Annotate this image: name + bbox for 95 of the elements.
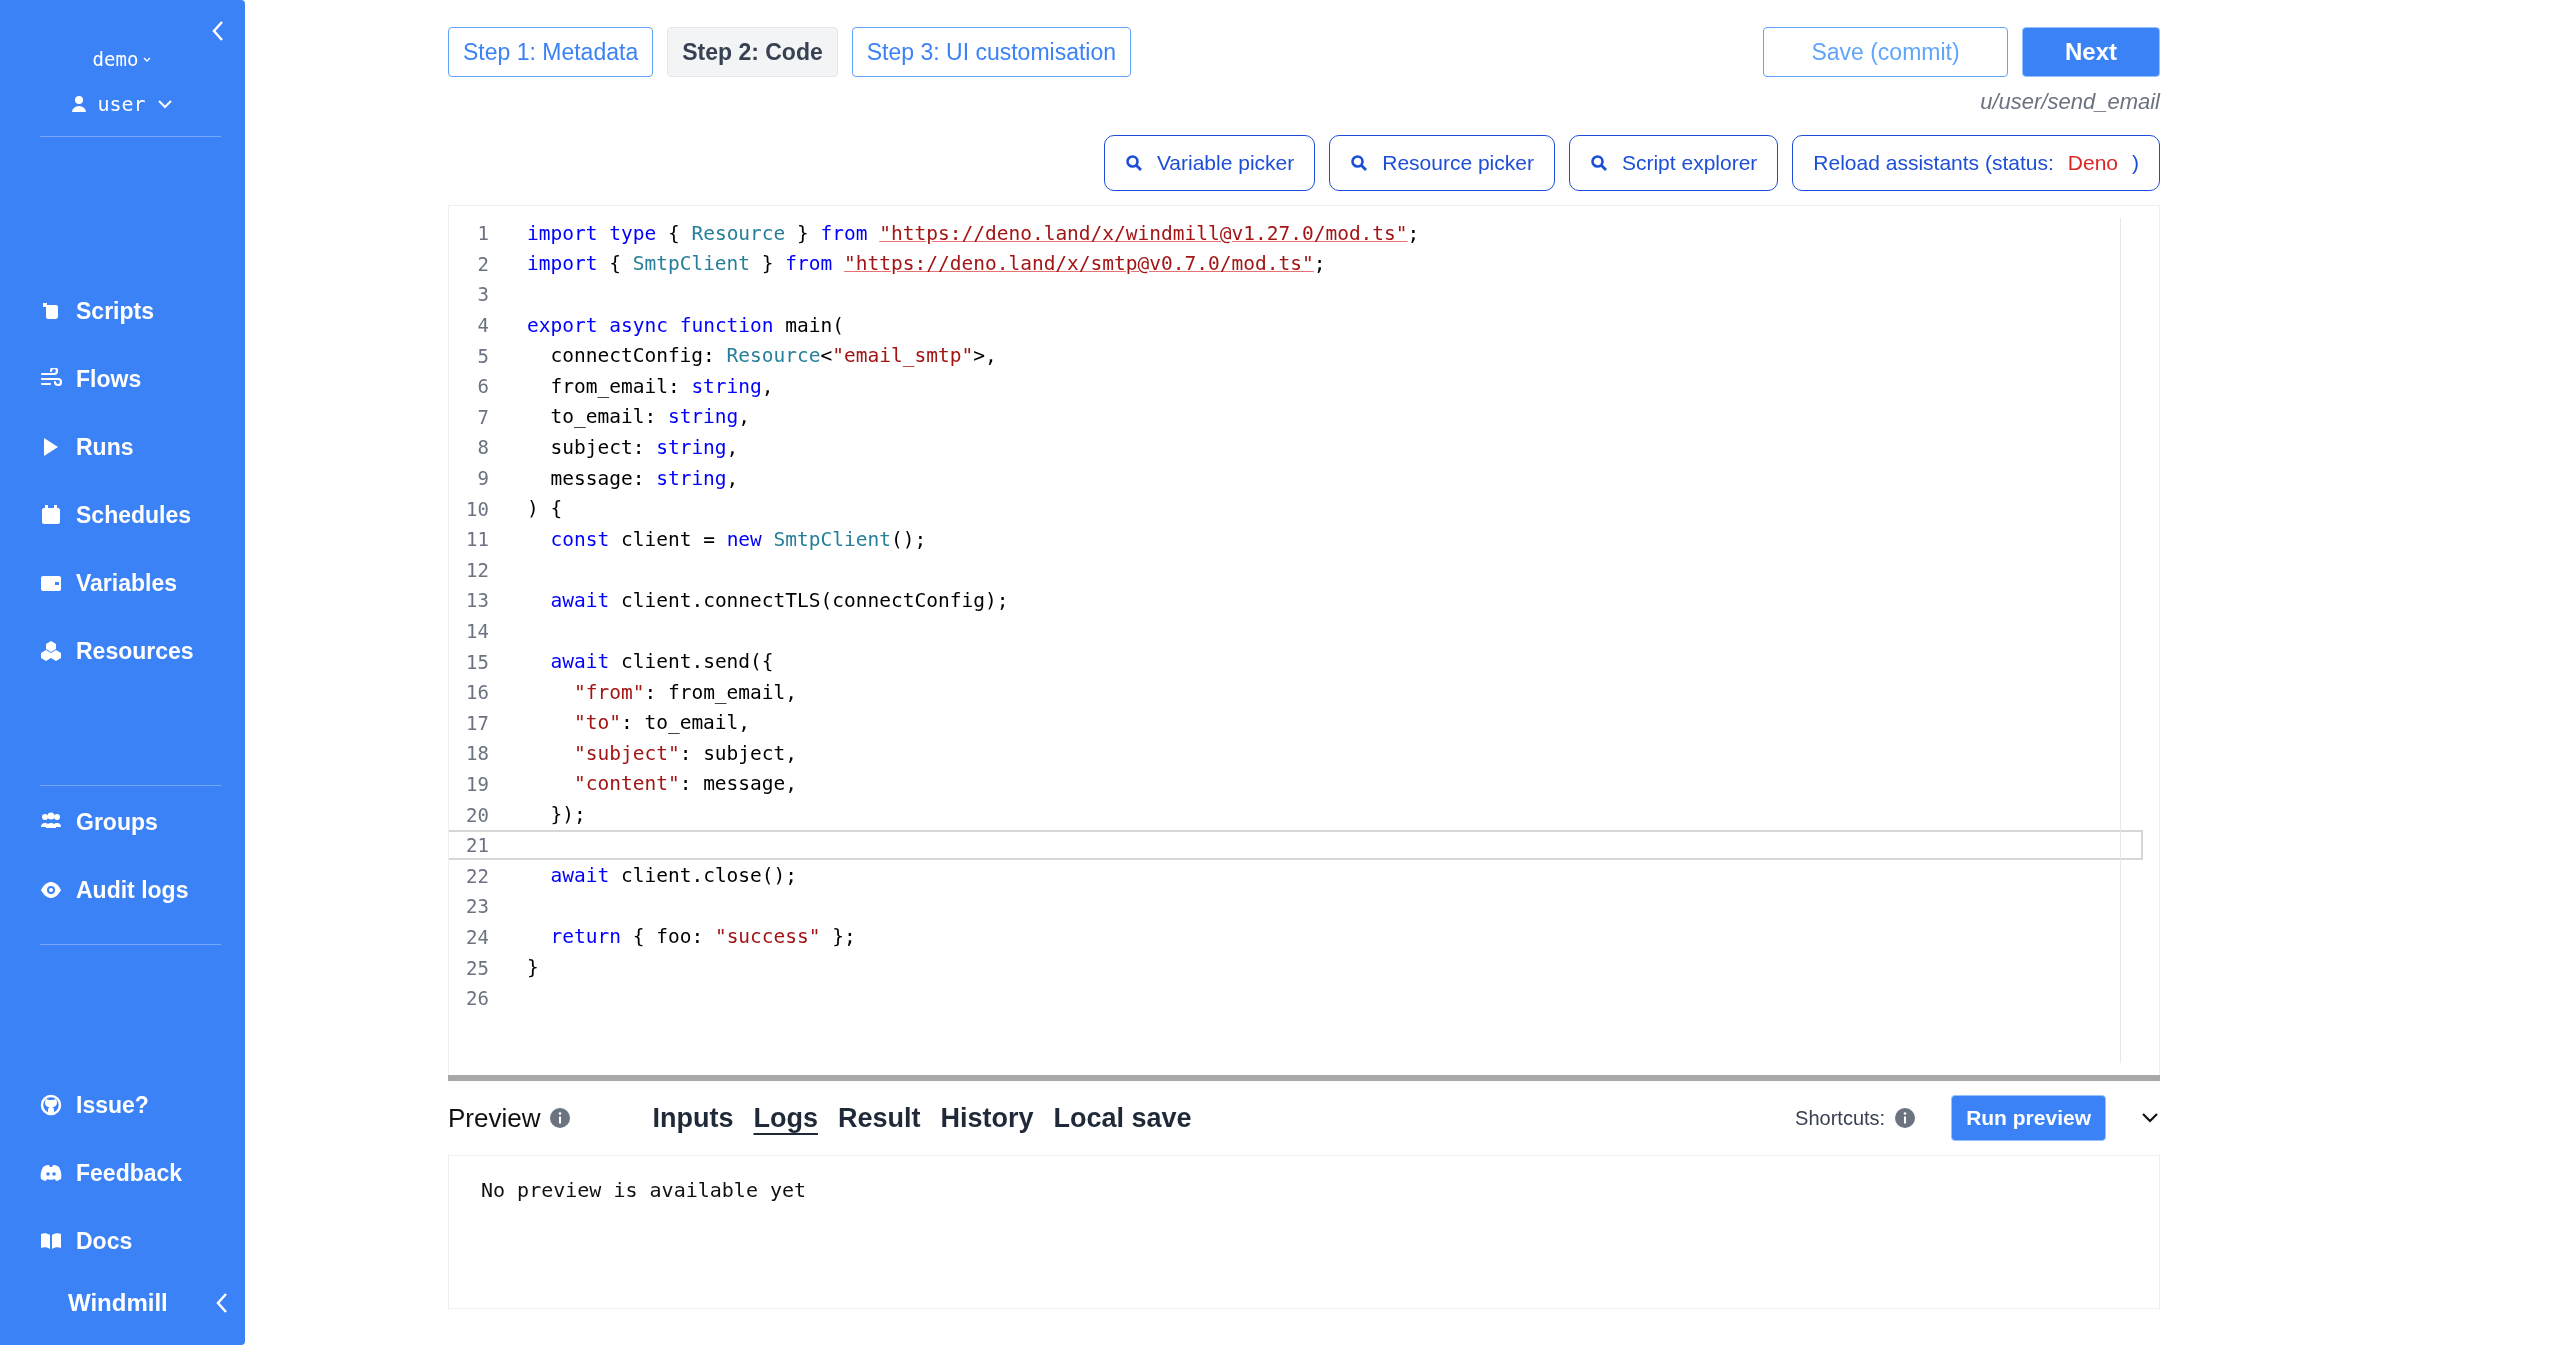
code-line: export async function main( xyxy=(527,313,845,337)
line-number: 8 xyxy=(476,436,489,459)
line-number: 16 xyxy=(465,681,489,704)
line-number: 21 xyxy=(465,834,489,857)
code-line: }); xyxy=(549,803,586,827)
preview-tab[interactable]: Logs xyxy=(753,1102,818,1134)
next-button[interactable]: Next xyxy=(2022,27,2160,77)
code-line: from_email: string, xyxy=(549,374,774,398)
code-line: import { SmtpClient } from "https://deno.land/x/smtp@v0.7.0/mod.ts"; xyxy=(527,252,1326,276)
script-path: u/user/send_email xyxy=(1980,89,2160,115)
eye-icon xyxy=(40,879,62,901)
book-icon xyxy=(40,1230,62,1252)
line-number: 23 xyxy=(465,895,489,918)
info-icon[interactable] xyxy=(1895,1108,1916,1128)
save-button[interactable]: Save (commit) xyxy=(1763,27,2008,77)
workspace-menu[interactable]: demo xyxy=(92,48,153,70)
code-line: "to": to_email, xyxy=(572,711,751,735)
code-line: to_email: string, xyxy=(549,405,751,429)
step-tab[interactable]: Step 1: Metadata xyxy=(448,27,654,77)
code-line: await client.send({ xyxy=(549,650,774,674)
code-line: import type { Resource } from "https://deno.land/x/windmill@v1.27.0/mod.ts"; xyxy=(527,221,1420,245)
line-number: 11 xyxy=(465,528,489,551)
step-tab[interactable]: Step 2: Code xyxy=(667,27,838,77)
resources-icon xyxy=(40,640,62,662)
chevron-down-icon[interactable] xyxy=(2140,1111,2160,1125)
picker-button[interactable]: Resource picker xyxy=(1329,135,1555,191)
schedules-icon xyxy=(40,504,62,526)
nav-item[interactable]: Resources xyxy=(40,617,194,685)
line-number: 2 xyxy=(476,252,489,275)
line-number: 7 xyxy=(476,405,489,428)
nav-item[interactable]: Audit logs xyxy=(40,856,189,924)
preview-tab[interactable]: Local save xyxy=(1053,1102,1192,1134)
run-preview-button[interactable]: Run preview xyxy=(1951,1095,2106,1141)
line-number: 17 xyxy=(465,711,489,734)
chat-icon xyxy=(40,1162,62,1184)
picker-button[interactable]: Variable picker xyxy=(1103,135,1316,191)
preview-tab[interactable]: Inputs xyxy=(652,1102,734,1134)
nav-item[interactable]: Groups xyxy=(40,788,158,856)
info-icon[interactable] xyxy=(550,1108,571,1128)
code-line: connectConfig: Resource<"email_smtp">, xyxy=(549,344,997,368)
line-number: 19 xyxy=(465,773,489,795)
code-line: return { foo: "success" }; xyxy=(549,925,856,949)
code-line: "from": from_email, xyxy=(572,680,798,704)
line-number: 6 xyxy=(476,375,489,398)
line-number: 5 xyxy=(476,344,489,367)
line-number: 10 xyxy=(465,497,489,520)
reload-button[interactable]: Reload assistants (status: Deno ) xyxy=(1792,135,2160,191)
line-number: 12 xyxy=(465,558,489,581)
app-name: Windmill xyxy=(68,1289,168,1317)
code-line: await client.close(); xyxy=(549,864,798,888)
nav-item[interactable]: Schedules xyxy=(40,481,192,549)
search-icon xyxy=(1350,154,1369,172)
chevron-left-icon[interactable] xyxy=(215,1292,229,1314)
nav-link[interactable]: Feedback xyxy=(40,1139,183,1207)
nav-item[interactable]: Variables xyxy=(40,549,178,617)
user-menu[interactable]: user xyxy=(71,92,174,116)
nav-item[interactable]: Runs xyxy=(40,413,134,481)
code-line: "subject": subject, xyxy=(572,741,798,765)
line-number: 13 xyxy=(465,589,489,612)
line-number: 20 xyxy=(465,803,489,826)
line-number: 3 xyxy=(476,283,489,306)
line-number: 4 xyxy=(476,314,489,337)
preview-title: Preview xyxy=(448,1102,541,1134)
line-number: 14 xyxy=(465,620,489,642)
chevron-left-icon[interactable] xyxy=(211,20,225,42)
nav-link[interactable]: Docs xyxy=(40,1207,133,1275)
picker-button[interactable]: Script explorer xyxy=(1568,135,1779,191)
step-tab[interactable]: Step 3: UI customisation xyxy=(851,27,1132,77)
person-icon xyxy=(71,95,88,113)
nav-item[interactable]: Flows xyxy=(40,345,142,413)
preview-tab[interactable]: History xyxy=(940,1102,1034,1134)
preview-tab[interactable]: Result xyxy=(838,1102,921,1134)
line-number: 24 xyxy=(465,925,489,948)
search-icon xyxy=(1589,154,1608,172)
caret-icon xyxy=(155,98,174,110)
code-line: "content": message, xyxy=(572,772,798,796)
line-number: 1 xyxy=(476,222,489,245)
code-line: subject: string, xyxy=(549,435,739,459)
line-number: 26 xyxy=(465,987,489,1010)
nav-item[interactable]: Scripts xyxy=(40,277,154,345)
line-number: 18 xyxy=(465,742,489,765)
search-icon xyxy=(1124,154,1143,172)
shortcuts-label: Shortcuts: xyxy=(1795,1106,1886,1130)
line-number: 25 xyxy=(465,956,489,979)
line-number: 22 xyxy=(465,864,489,887)
code-line: message: string, xyxy=(549,466,739,490)
output-text: No preview is available yet xyxy=(481,1178,807,1202)
code-line: ) { xyxy=(527,497,563,521)
line-number: 15 xyxy=(465,650,489,673)
code-line: await client.connectTLS(connectConfig); xyxy=(549,588,1009,612)
code-line: } xyxy=(527,956,539,980)
line-number: 9 xyxy=(476,467,489,490)
caret-icon xyxy=(142,55,153,63)
code-line: const client = new SmtpClient(); xyxy=(549,527,927,551)
nav-link[interactable]: Issue? xyxy=(40,1071,149,1139)
